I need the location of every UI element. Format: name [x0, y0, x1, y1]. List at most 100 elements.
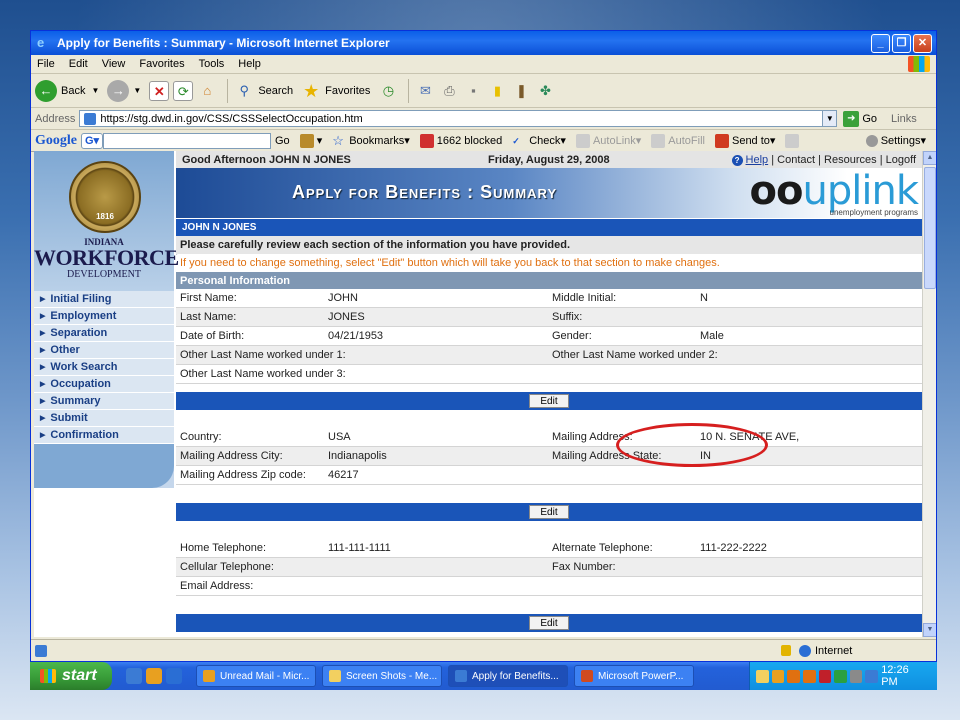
- links-button[interactable]: Links: [891, 113, 917, 125]
- logoff-link[interactable]: Logoff: [886, 154, 916, 166]
- tray-m-icon[interactable]: [818, 669, 832, 683]
- desktop-quicklaunch-icon[interactable]: [166, 668, 182, 684]
- google-go-button[interactable]: Go: [275, 135, 290, 147]
- tray-network-icon[interactable]: [834, 669, 847, 683]
- uplink-tagline: unemployment programs: [829, 208, 918, 217]
- sidebar-item-work-search[interactable]: ▶ Work Search: [34, 359, 174, 376]
- scroll-up-icon[interactable]: ▲: [923, 151, 936, 165]
- field-label: Fax Number:: [552, 561, 616, 573]
- minimize-button[interactable]: _: [871, 33, 890, 53]
- field-value: 111-111-1111: [328, 542, 391, 554]
- tray-app-icon[interactable]: [787, 669, 800, 683]
- vertical-scrollbar[interactable]: ▲ ▼: [922, 151, 936, 637]
- spell-check-button[interactable]: ✓ Check ▾: [512, 134, 566, 148]
- search-button[interactable]: ⚲ Search: [234, 81, 294, 101]
- bookmarks-button[interactable]: ☆ Bookmarks ▾: [332, 132, 410, 148]
- table-row: Date of Birth: 04/21/1953 Gender: Male: [176, 327, 922, 346]
- favorites-label: Favorites: [325, 84, 371, 97]
- autolink-button[interactable]: AutoLink ▾: [575, 133, 641, 148]
- home-icon[interactable]: ⌂: [197, 81, 217, 101]
- chevron-down-icon[interactable]: ▼: [133, 86, 141, 95]
- google-g-icon[interactable]: G▾: [81, 132, 103, 149]
- title-bar[interactable]: e Apply for Benefits : Summary - Microso…: [31, 31, 936, 55]
- sidebar-item-employment[interactable]: ▶ Employment: [34, 308, 174, 325]
- field-label: Middle Initial:: [552, 292, 617, 304]
- contact-link[interactable]: Contact: [777, 154, 815, 166]
- task-screen-shots[interactable]: Screen Shots - Me...: [322, 665, 442, 687]
- scroll-down-icon[interactable]: ▼: [923, 623, 936, 637]
- edit-phone-button[interactable]: Edit: [529, 616, 569, 630]
- sidebar-item-summary[interactable]: ▶ Summary: [34, 393, 174, 410]
- chevron-down-icon[interactable]: ▼: [822, 111, 837, 126]
- sidebar-item-separation[interactable]: ▶ Separation: [34, 325, 174, 342]
- task-apply-for-benefits[interactable]: Apply for Benefits...: [448, 665, 568, 687]
- print-icon[interactable]: ⎙: [439, 81, 459, 101]
- tray-volume-icon[interactable]: [849, 669, 863, 683]
- popup-blocker[interactable]: 1662 blocked: [419, 133, 502, 148]
- tray-security-icon[interactable]: [865, 669, 879, 683]
- menu-favorites[interactable]: Favorites: [139, 58, 184, 70]
- clock[interactable]: 12:26 PM: [881, 664, 927, 688]
- task-powerpoint[interactable]: Microsoft PowerP...: [574, 665, 694, 687]
- scroll-thumb[interactable]: [924, 167, 936, 289]
- current-date: Friday, August 29, 2008: [488, 153, 610, 166]
- edit-personal-button[interactable]: Edit: [529, 394, 569, 408]
- settings-button[interactable]: Settings ▾: [865, 134, 926, 147]
- task-unread-mail[interactable]: Unread Mail - Micr...: [196, 665, 316, 687]
- history-icon[interactable]: ◷: [378, 81, 398, 101]
- start-button[interactable]: start: [30, 662, 112, 690]
- go-button[interactable]: ➜ Go: [843, 110, 877, 127]
- sidebar-item-other[interactable]: ▶ Other: [34, 342, 174, 359]
- sidebar-footer: [34, 444, 174, 488]
- maximize-button[interactable]: ❐: [892, 33, 911, 53]
- resources-link[interactable]: Resources: [824, 154, 877, 166]
- field-label: Mailing Address City:: [180, 450, 283, 462]
- sidebar-item-initial-filing[interactable]: ▶ Initial Filing: [34, 291, 174, 308]
- sidebar-item-confirmation[interactable]: ▶ Confirmation: [34, 427, 174, 444]
- address-label: Address: [35, 112, 76, 125]
- org-line-3: DEVELOPMENT: [67, 269, 141, 280]
- ie-quicklaunch-icon[interactable]: [126, 668, 142, 684]
- back-label: Back: [61, 84, 86, 97]
- powerpoint-icon: [581, 670, 593, 682]
- messenger-icon[interactable]: ✤: [535, 81, 555, 101]
- highlight-button[interactable]: [785, 133, 802, 148]
- org-line-2: WORKFORCE: [34, 245, 179, 270]
- mail-icon[interactable]: ✉: [415, 81, 435, 101]
- menu-help[interactable]: Help: [238, 58, 261, 70]
- forward-arrow-icon: →: [107, 79, 130, 102]
- page-icon: [35, 644, 47, 657]
- address-input[interactable]: https://stg.dwd.in.gov/CSS/CSSSelectOccu…: [79, 110, 838, 127]
- sidebar-item-submit[interactable]: ▶ Submit: [34, 410, 174, 427]
- tray-outlook-icon[interactable]: [771, 669, 785, 683]
- google-search-input[interactable]: [103, 132, 271, 149]
- stop-icon[interactable]: ✕: [149, 80, 170, 101]
- sidebar-item-occupation[interactable]: ▶ Occupation: [34, 376, 174, 393]
- page-icon: [84, 112, 97, 125]
- outlook-quicklaunch-icon[interactable]: [146, 668, 162, 684]
- send-to-button[interactable]: Send to ▾: [714, 133, 775, 148]
- menu-file[interactable]: File: [37, 58, 55, 70]
- refresh-icon[interactable]: ⟳: [173, 80, 194, 101]
- edit-address-button[interactable]: Edit: [529, 505, 569, 519]
- table-row: Other Last Name worked under 3:: [176, 365, 922, 384]
- menu-edit[interactable]: Edit: [69, 58, 88, 70]
- chevron-down-icon[interactable]: ▼: [91, 86, 99, 95]
- menu-tools[interactable]: Tools: [199, 58, 225, 70]
- note-icon[interactable]: ▮: [487, 81, 507, 101]
- google-options-button[interactable]: ▾: [299, 133, 322, 148]
- tray-mail-icon[interactable]: [756, 669, 769, 683]
- forward-button[interactable]: → ▼: [107, 79, 141, 102]
- help-link[interactable]: Help: [746, 154, 769, 166]
- back-button[interactable]: ← Back ▼: [35, 79, 99, 102]
- tray-app-icon[interactable]: [802, 669, 816, 683]
- autofill-button[interactable]: AutoFill: [651, 133, 705, 148]
- triangle-right-icon: ▶: [40, 364, 46, 371]
- star-outline-icon: ☆: [332, 132, 344, 148]
- close-button[interactable]: ✕: [913, 33, 932, 53]
- edit-page-icon[interactable]: ▪: [463, 81, 483, 101]
- favorites-button[interactable]: ★ Favorites: [301, 81, 370, 101]
- address-bar: Address https://stg.dwd.in.gov/CSS/CSSSe…: [31, 108, 936, 130]
- research-icon[interactable]: ❚: [511, 81, 531, 101]
- menu-view[interactable]: View: [102, 58, 126, 70]
